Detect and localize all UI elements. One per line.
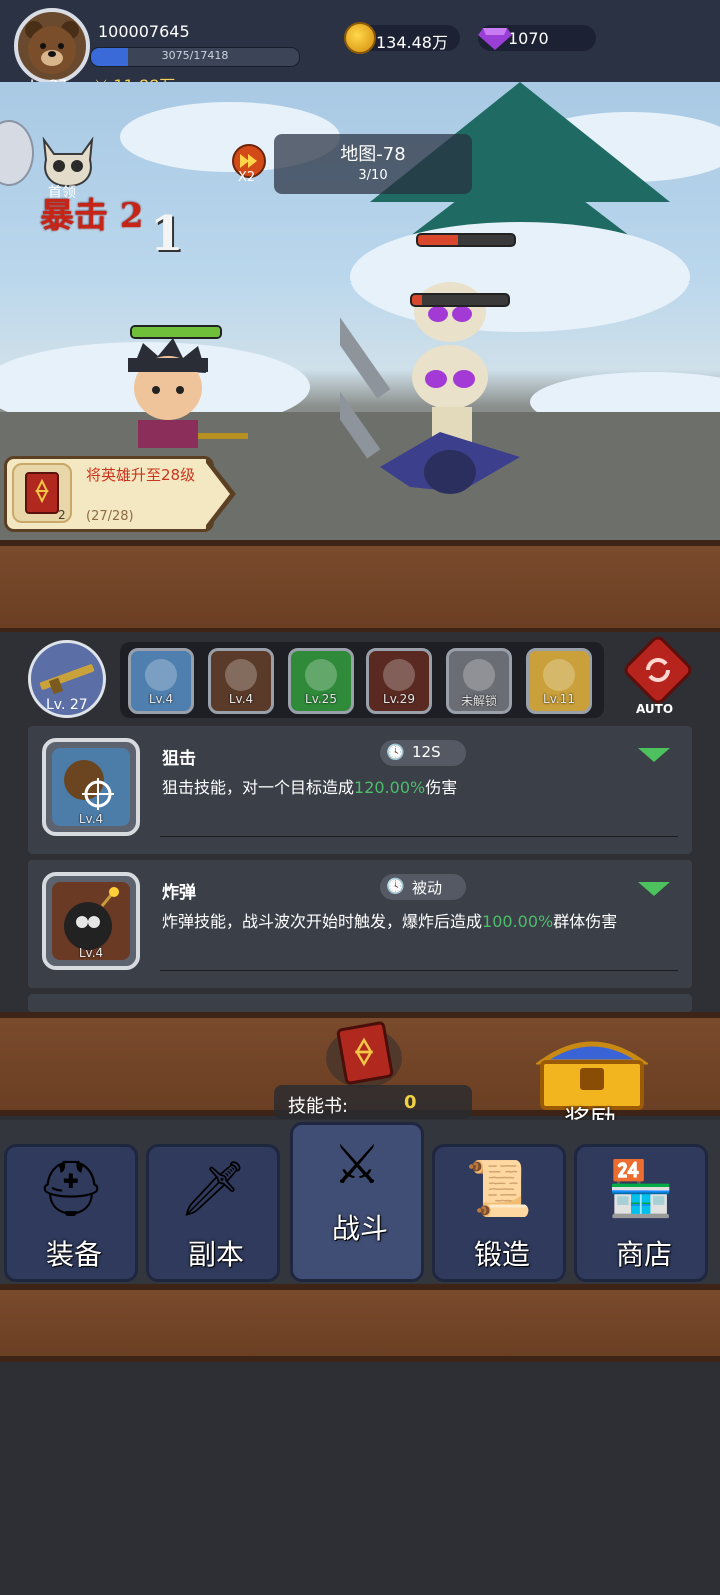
quest-count: 2 — [58, 508, 66, 522]
nav-label: 锻造 — [473, 1238, 530, 1271]
nav-button[interactable]: 🏪 商店 — [574, 1144, 708, 1282]
hero-level: Lv. 27 — [46, 697, 88, 713]
speed-label: X2 — [238, 170, 256, 185]
nav-button[interactable]: ⚔ 战斗 — [290, 1122, 424, 1282]
lightning-icon — [543, 659, 575, 691]
helmet-icon: ⛑ — [36, 1157, 106, 1220]
skill-book-value: 0 — [404, 1092, 417, 1113]
skill-slot-level: Lv.29 — [383, 692, 415, 706]
hero-hp-fill — [132, 327, 220, 337]
skeleton-enemies — [340, 282, 520, 494]
desc-text: 炸弹技能，战斗波次开始时触发，爆炸后造成 — [162, 912, 483, 931]
critical-hit-text: 暴击 2 — [40, 196, 144, 236]
skill-book-icon — [326, 1021, 402, 1088]
quest-title: 将英雄升至28级 — [86, 466, 196, 484]
coin-value: 134.48万 — [376, 33, 448, 52]
exp-text: 3075/17418 — [161, 49, 229, 62]
player-id: 100007645 — [98, 22, 190, 41]
poison-icon — [305, 659, 337, 691]
map-title: 地图-78 — [340, 144, 406, 165]
divider — [160, 836, 678, 837]
desc-text: 狙击技能，对一个目标造成 — [162, 778, 355, 797]
clock-icon: 🕓 — [386, 877, 405, 895]
expand-chevron-icon[interactable] — [638, 882, 670, 896]
skill-slot-level: 未解锁 — [460, 694, 497, 708]
skill-description: 狙击技能，对一个目标造成120.00%伤害 — [162, 776, 662, 800]
enemy-hp-fill — [412, 295, 422, 305]
skill-name: 炸弹 — [162, 883, 196, 903]
coin-icon — [344, 22, 376, 54]
cooldown-value: 12S — [412, 743, 441, 761]
refresh-icon — [646, 658, 670, 682]
quest-progress: (27/28) — [86, 509, 134, 524]
gem-value: 1070 — [508, 29, 549, 48]
nav-button[interactable]: 📜 锻造 — [432, 1144, 566, 1282]
boss-skull-icon[interactable] — [38, 136, 98, 188]
scroll-hammer-icon: 📜 — [465, 1157, 533, 1220]
skill-icon-level: Lv.4 — [78, 946, 104, 960]
desc-text: 群体伤害 — [553, 912, 618, 931]
quest-card-arrow-fill — [203, 459, 230, 529]
fire-beast-icon — [383, 659, 415, 691]
enemy-hp-bar — [410, 293, 510, 307]
desc-highlight: 100.00% — [482, 912, 554, 931]
skill-slot-level: Lv.25 — [305, 692, 337, 706]
player-avatar[interactable] — [14, 8, 90, 84]
skill-slot-level: Lv.11 — [543, 692, 575, 706]
skill-slot-level: Lv.4 — [148, 692, 174, 706]
skill-slot-level: Lv.4 — [228, 692, 254, 706]
divider — [160, 970, 678, 971]
skill-book-label: 技能书: — [288, 1096, 349, 1117]
wave-progress: 3/10 — [358, 168, 388, 183]
skill-icon-level: Lv.4 — [78, 812, 104, 826]
cooldown-pill: 🕓 12S — [380, 740, 466, 766]
hero-character — [128, 338, 248, 448]
desc-highlight: 120.00% — [354, 778, 426, 797]
clock-icon: 🕓 — [386, 743, 405, 761]
shop-icon: 🏪 — [607, 1157, 675, 1220]
auto-label: AUTO — [636, 702, 674, 716]
sniper-icon — [145, 659, 177, 691]
bomb-icon — [225, 659, 257, 691]
nav-label: 装备 — [45, 1238, 102, 1271]
bear-avatar-icon — [25, 21, 79, 74]
enemy-hp-fill — [418, 235, 459, 245]
hero-hp-bar — [130, 325, 222, 339]
nav-label: 战斗 — [331, 1212, 388, 1245]
cooldown-pill: 🕓 被动 — [380, 874, 466, 900]
skill-description: 炸弹技能，战斗波次开始时触发，爆炸后造成100.00%群体伤害 — [162, 910, 662, 934]
wood-divider — [0, 540, 720, 634]
crossed-swords-icon: ⚔ — [332, 1133, 382, 1196]
exp-bar: 3075/17418 — [90, 47, 300, 67]
nav-button[interactable]: 🗡 副本 — [146, 1144, 280, 1282]
nav-button[interactable]: ⛑ 装备 — [4, 1144, 138, 1282]
desc-text: 伤害 — [425, 778, 458, 797]
nav-label: 副本 — [187, 1238, 244, 1271]
damage-number: 1 — [150, 206, 184, 262]
nav-label: 商店 — [615, 1238, 672, 1271]
skill-name: 狙击 — [162, 749, 196, 769]
expand-chevron-icon[interactable] — [638, 748, 670, 762]
sword-shield-icon: 🗡 — [178, 1157, 248, 1220]
cooldown-value: 被动 — [412, 879, 443, 897]
wood-divider — [0, 1284, 720, 1362]
lock-icon — [463, 659, 495, 691]
gem-icon — [478, 28, 512, 50]
skill-row-partial[interactable] — [28, 994, 692, 1012]
enemy-hp-bar — [416, 233, 516, 247]
